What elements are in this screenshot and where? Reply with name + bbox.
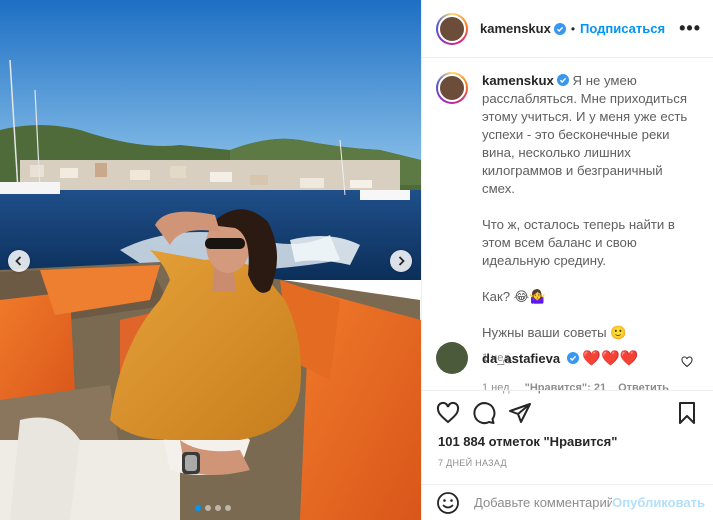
bookmark-icon[interactable]: [675, 401, 699, 425]
add-comment-bar: Опубликовать: [422, 484, 713, 520]
caption-text: kamenskux Я не умею расслабляться. Мне п…: [482, 72, 694, 360]
caption-paragraph: Нужны ваши советы 🙂: [482, 325, 627, 340]
post-media[interactable]: [0, 0, 421, 520]
carousel-dot: [205, 505, 211, 511]
chevron-right-icon: [398, 256, 405, 266]
verified-badge-icon: [556, 74, 569, 86]
post-photo: [0, 0, 421, 520]
comment-icon[interactable]: [472, 401, 496, 425]
caption-block: kamenskux Я не умею расслабляться. Мне п…: [436, 72, 703, 364]
caption-username[interactable]: kamenskux: [482, 73, 554, 88]
verified-badge-icon: [553, 22, 566, 35]
share-icon[interactable]: [508, 401, 532, 425]
post-date[interactable]: 7 ДНЕЙ НАЗАД: [438, 458, 507, 468]
publish-button[interactable]: Опубликовать: [612, 495, 705, 510]
carousel-dot: [225, 505, 231, 511]
carousel-dots: [195, 505, 231, 511]
post-header: kamenskux • Подписаться •••: [422, 0, 713, 58]
more-options-icon[interactable]: •••: [679, 18, 701, 39]
caption-paragraph: Я не умею расслабляться. Мне приходиться…: [482, 73, 688, 196]
comment-text: ❤️❤️❤️: [582, 350, 639, 367]
comment-like-heart-icon[interactable]: [681, 356, 693, 368]
avatar[interactable]: [436, 342, 468, 374]
emoji-icon[interactable]: [436, 491, 460, 515]
avatar[interactable]: [436, 12, 468, 45]
likes-count[interactable]: 101 884 отметок "Нравится": [438, 434, 617, 449]
carousel-dot: [195, 505, 201, 511]
instagram-post: kamenskux • Подписаться ••• kamenskux Я …: [0, 0, 713, 520]
verified-badge-icon: [566, 352, 579, 364]
chevron-left-icon: [15, 256, 22, 266]
comment-username[interactable]: da_astafieva: [482, 351, 560, 366]
separator-dot: •: [570, 21, 576, 36]
post-sidebar: kamenskux • Подписаться ••• kamenskux Я …: [421, 0, 713, 520]
action-bar: [422, 390, 713, 434]
carousel-next-button[interactable]: [390, 250, 412, 272]
follow-button[interactable]: Подписаться: [580, 21, 665, 36]
comment-input[interactable]: [474, 495, 613, 510]
carousel-prev-button[interactable]: [8, 250, 30, 272]
like-heart-icon[interactable]: [436, 401, 460, 425]
author-username[interactable]: kamenskux: [480, 21, 551, 36]
avatar[interactable]: [436, 72, 468, 104]
carousel-dot: [215, 505, 221, 511]
caption-paragraph: Что ж, осталось теперь найти в этом всем…: [482, 217, 675, 268]
caption-paragraph: Как? 😂🤷‍♀️: [482, 289, 546, 304]
comment-item: da_astafieva ❤️❤️❤️ 1 нед. "Нравится": 2…: [436, 342, 703, 394]
